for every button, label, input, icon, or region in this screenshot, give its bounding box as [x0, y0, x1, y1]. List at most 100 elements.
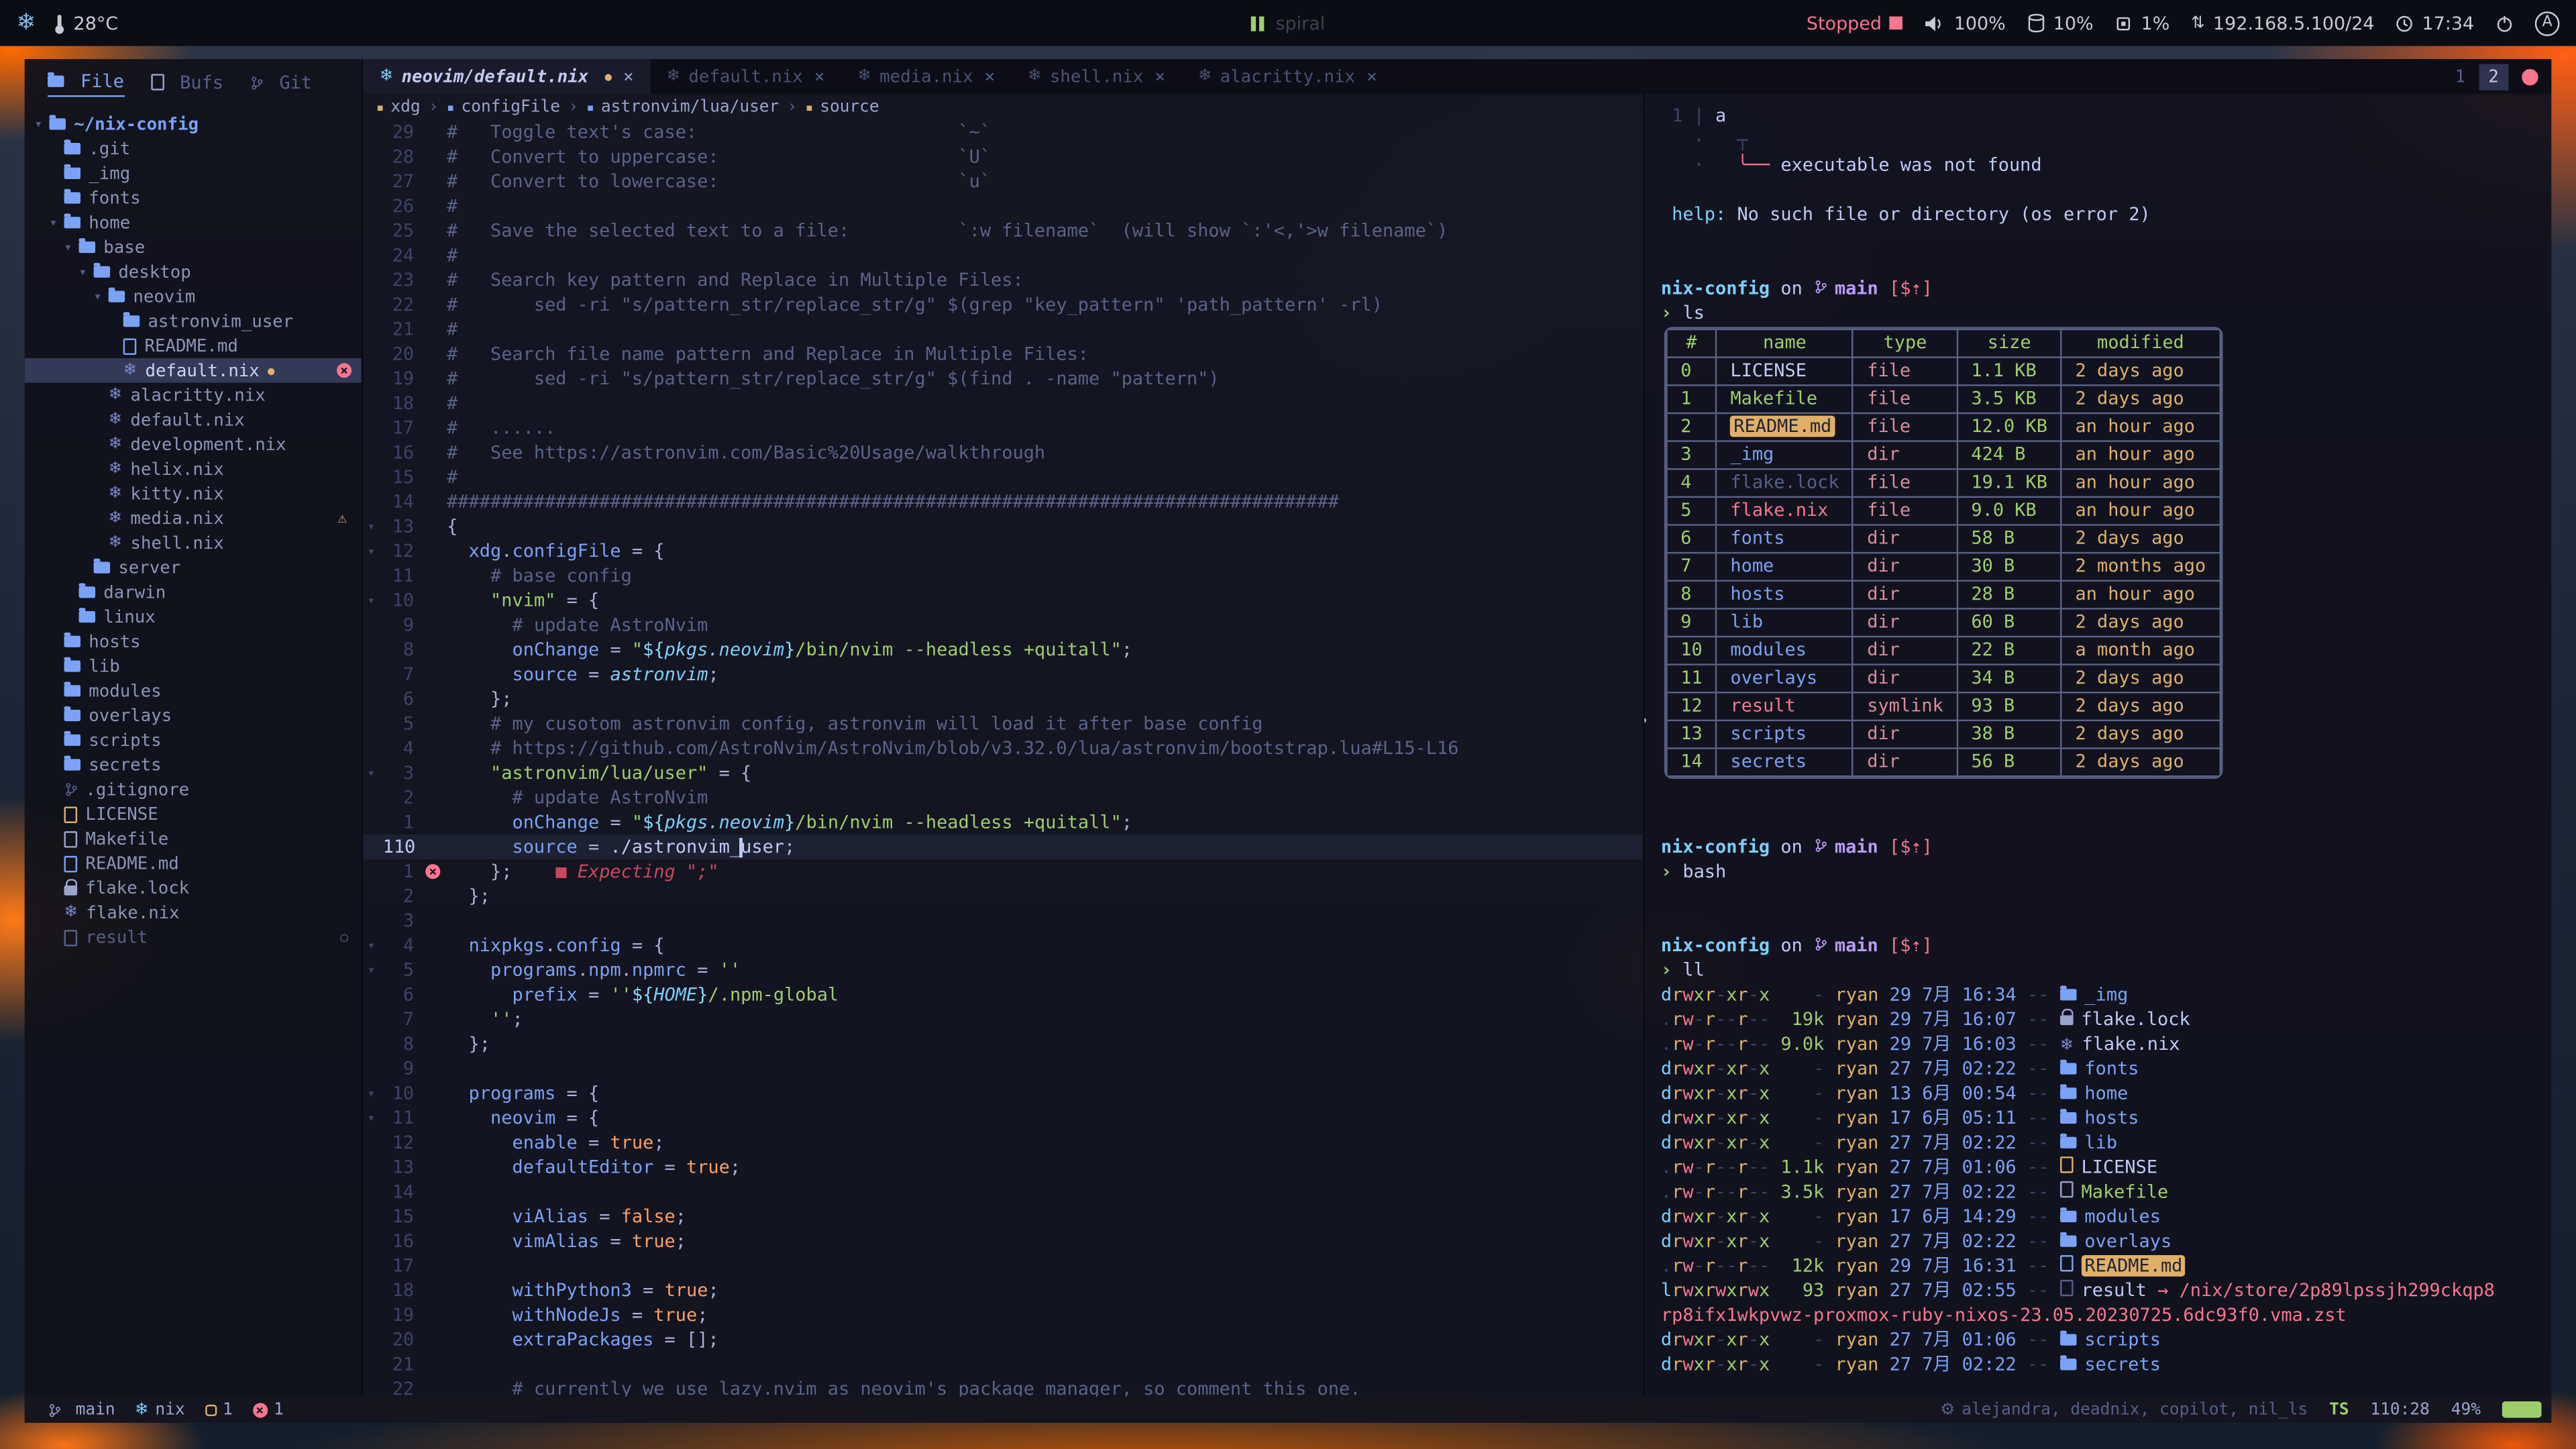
- nixos-logo-icon[interactable]: ❄: [16, 10, 36, 36]
- code-line[interactable]: 18#: [363, 391, 1643, 416]
- sidebar-tab-bufs[interactable]: Bufs: [150, 72, 223, 97]
- tree-item[interactable]: flake.lock: [25, 875, 362, 900]
- code-line[interactable]: 17: [363, 1254, 1643, 1279]
- tab-close-icon[interactable]: [2522, 68, 2538, 85]
- code-line[interactable]: 15#: [363, 465, 1643, 490]
- tree-item[interactable]: ❄development.nix: [25, 432, 362, 457]
- tree-item[interactable]: Makefile: [25, 826, 362, 851]
- code-line[interactable]: 22 # currently we use lazy.nvim as neovi…: [363, 1377, 1643, 1396]
- buffer-tab[interactable]: ❄alacritty.nix×: [1181, 59, 1393, 93]
- code-line[interactable]: 22# sed -ri "s/pattern_str/replace_str/g…: [363, 292, 1643, 317]
- code-line[interactable]: 23# Search key pattern and Replace in Mu…: [363, 268, 1643, 292]
- code-line[interactable]: 15 viAlias = false;: [363, 1204, 1643, 1229]
- code-line[interactable]: 110 source = ./astronvim_user;: [363, 835, 1643, 859]
- buffer-tab[interactable]: ❄neovim/default.nix●×: [363, 59, 650, 93]
- editor-pane[interactable]: ▪xdg›▪configFile›▪astronvim/lua/user›▪so…: [363, 94, 1643, 1397]
- tree-item[interactable]: scripts: [25, 728, 362, 753]
- buffer-tab[interactable]: ❄media.nix×: [841, 59, 1012, 93]
- temperature-widget[interactable]: 28°C: [52, 12, 118, 34]
- warning-count[interactable]: 1: [205, 1401, 233, 1419]
- tree-item[interactable]: ▾desktop: [25, 260, 362, 284]
- tab-2[interactable]: 2: [2479, 63, 2509, 89]
- tree-item[interactable]: darwin: [25, 580, 362, 604]
- code-area[interactable]: 29# Toggle text's case: `~`28# Convert t…: [363, 120, 1643, 1397]
- close-icon[interactable]: ×: [623, 66, 633, 86]
- sidebar-tab-git[interactable]: Git: [250, 72, 312, 97]
- code-line[interactable]: 29# Toggle text's case: `~`: [363, 120, 1643, 145]
- code-line[interactable]: ▾10 programs = {: [363, 1081, 1643, 1106]
- tree-item[interactable]: linux: [25, 604, 362, 629]
- close-icon[interactable]: ×: [1155, 66, 1165, 86]
- code-line[interactable]: 5 # my cusotom astronvim config, astronv…: [363, 711, 1643, 736]
- code-line[interactable]: 27# Convert to lowercase: `u`: [363, 169, 1643, 194]
- tree-item[interactable]: ❄media.nix⚠: [25, 506, 362, 531]
- code-line[interactable]: 18 withPython3 = true;: [363, 1278, 1643, 1303]
- sidebar-tab-file[interactable]: File: [48, 70, 124, 97]
- code-line[interactable]: 17# ......: [363, 416, 1643, 441]
- tree-item[interactable]: overlays: [25, 703, 362, 728]
- code-line[interactable]: 25# Save the selected text to a file: `:…: [363, 219, 1643, 244]
- code-line[interactable]: ▾4 nixpkgs.config = {: [363, 933, 1643, 958]
- code-line[interactable]: 19 withNodeJs = true;: [363, 1303, 1643, 1328]
- code-line[interactable]: 13 defaultEditor = true;: [363, 1155, 1643, 1180]
- close-icon[interactable]: ×: [814, 66, 824, 86]
- code-line[interactable]: 8 };: [363, 1032, 1643, 1057]
- tree-item[interactable]: ❄kitty.nix: [25, 482, 362, 506]
- code-line[interactable]: ▾10 "nvim" = {: [363, 588, 1643, 613]
- code-line[interactable]: 21#: [363, 317, 1643, 342]
- code-line[interactable]: 1× }; ■ Expecting ";": [363, 859, 1643, 884]
- tree-item[interactable]: README.md: [25, 851, 362, 876]
- code-line[interactable]: 6 };: [363, 687, 1643, 712]
- tree-item[interactable]: result○: [25, 925, 362, 950]
- tree-item[interactable]: .git: [25, 136, 362, 161]
- code-line[interactable]: 3: [363, 908, 1643, 933]
- breadcrumb-item[interactable]: ▪xdg: [376, 98, 421, 116]
- network-widget[interactable]: ⇅ 192.168.5.100/24: [2191, 12, 2374, 34]
- code-line[interactable]: 14######################################…: [363, 490, 1643, 515]
- tree-item[interactable]: ❄default.nix: [25, 407, 362, 432]
- tree-item[interactable]: LICENSE: [25, 802, 362, 826]
- code-line[interactable]: 28# Convert to uppercase: `U`: [363, 145, 1643, 170]
- code-line[interactable]: 7 source = astronvim;: [363, 662, 1643, 687]
- code-line[interactable]: 16# See https://astronvim.com/Basic%20Us…: [363, 440, 1643, 465]
- pause-icon[interactable]: [1251, 15, 1265, 30]
- keyboard-layout-badge[interactable]: A: [2535, 11, 2560, 36]
- code-line[interactable]: 8 onChange = "${pkgs.neovim}/bin/nvim --…: [363, 637, 1643, 662]
- tree-item[interactable]: ▾base: [25, 235, 362, 260]
- tree-item[interactable]: lib: [25, 654, 362, 679]
- disk-widget[interactable]: 10%: [2027, 12, 2094, 34]
- breadcrumb-item[interactable]: ▪configFile: [447, 98, 560, 116]
- tree-item[interactable]: .gitignore: [25, 777, 362, 802]
- tree-item[interactable]: _img: [25, 161, 362, 186]
- error-count[interactable]: × 1: [252, 1401, 284, 1419]
- tree-item[interactable]: ❄shell.nix: [25, 531, 362, 555]
- code-line[interactable]: ▾13{: [363, 515, 1643, 539]
- tree-item[interactable]: fonts: [25, 186, 362, 211]
- close-icon[interactable]: ×: [1366, 66, 1377, 86]
- power-button[interactable]: [2496, 14, 2514, 32]
- clock-widget[interactable]: 17:34: [2396, 12, 2474, 34]
- code-line[interactable]: 9 # update AstroNvim: [363, 612, 1643, 637]
- code-line[interactable]: 14: [363, 1179, 1643, 1204]
- code-line[interactable]: 12 enable = true;: [363, 1130, 1643, 1155]
- code-line[interactable]: 21: [363, 1352, 1643, 1377]
- tree-item[interactable]: secrets: [25, 753, 362, 777]
- tab-1[interactable]: 1: [2445, 63, 2475, 89]
- terminal-pane[interactable]: 1 | a · ┬ · ╰── executable was not found…: [1643, 94, 2551, 1397]
- tree-item[interactable]: ▾home: [25, 210, 362, 235]
- tree-item[interactable]: ❄flake.nix: [25, 900, 362, 925]
- tree-item[interactable]: ❄alacritty.nix: [25, 383, 362, 408]
- code-line[interactable]: 6 prefix = ''${HOME}/.npm-global: [363, 982, 1643, 1007]
- buffer-tab[interactable]: ❄default.nix×: [650, 59, 841, 93]
- tree-item[interactable]: ▾neovim: [25, 284, 362, 309]
- code-line[interactable]: 11 # base config: [363, 564, 1643, 588]
- breadcrumb-item[interactable]: ▪source: [806, 98, 879, 116]
- code-line[interactable]: 19# sed -ri "s/pattern_str/replace_str/g…: [363, 366, 1643, 391]
- code-line[interactable]: 1 onChange = "${pkgs.neovim}/bin/nvim --…: [363, 810, 1643, 835]
- code-line[interactable]: 2 };: [363, 884, 1643, 909]
- code-line[interactable]: 24#: [363, 243, 1643, 268]
- media-status-widget[interactable]: Stopped: [1807, 12, 1903, 34]
- code-line[interactable]: 7 '';: [363, 1007, 1643, 1032]
- code-line[interactable]: 2 # update AstroNvim: [363, 786, 1643, 810]
- tree-item[interactable]: ❄helix.nix: [25, 457, 362, 482]
